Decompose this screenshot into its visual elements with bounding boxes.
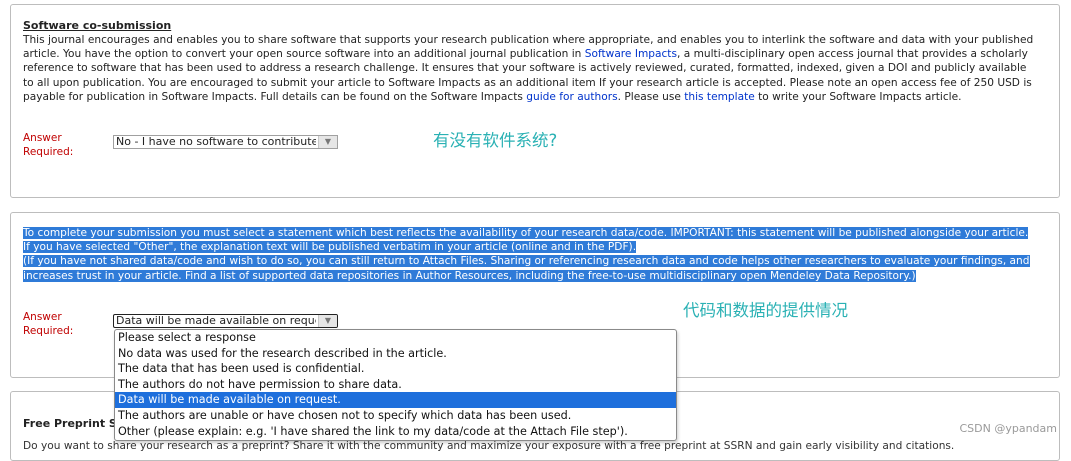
dropdown-option[interactable]: Other (please explain: e.g. 'I have shar… xyxy=(115,424,676,440)
chevron-down-icon[interactable]: ▼ xyxy=(318,136,337,148)
chevron-down-icon[interactable]: ▼ xyxy=(318,315,337,327)
answer-label-line2: Required: xyxy=(23,324,74,337)
instruction-line: (If you have not shared data/code and wi… xyxy=(23,254,1061,268)
answer-label-line1: Answer xyxy=(23,311,62,323)
answer-required-label: Answer Required: xyxy=(23,132,73,159)
link-software-impacts[interactable]: Software Impacts xyxy=(585,48,677,60)
instruction-line: increases trust in your article. Find a … xyxy=(23,269,1061,283)
software-cosubmission-description: This journal encourages and enables you … xyxy=(23,34,1034,103)
answer-label-line2: Required: xyxy=(23,145,74,158)
software-select-value: No - I have no software to contribute xyxy=(116,136,316,148)
data-statement-instructions: To complete your submission you must sel… xyxy=(23,226,1061,283)
software-annotation: 有没有软件系统? xyxy=(433,131,558,150)
software-answer-select[interactable]: No - I have no software to contribute ▼ xyxy=(113,135,338,149)
dropdown-option[interactable]: The authors are unable or have chosen no… xyxy=(115,408,676,424)
selected-text: If you have selected "Other", the explan… xyxy=(23,241,637,254)
data-select-value: Data will be made available on request. xyxy=(116,315,316,327)
answer-label-line1: Answer xyxy=(23,132,62,144)
dropdown-option[interactable]: The authors do not have permission to sh… xyxy=(115,377,676,393)
data-statement-options-list[interactable]: Please select a response No data was used… xyxy=(114,329,677,441)
selected-text: (If you have not shared data/code and wi… xyxy=(23,255,1030,268)
data-annotation: 代码和数据的提供情况 xyxy=(683,301,848,320)
link-guide-for-authors[interactable]: guide for authors xyxy=(526,91,617,103)
free-preprint-text: Do you want to share your research as a … xyxy=(23,440,955,452)
instruction-line: If you have selected "Other", the explan… xyxy=(23,240,1061,254)
selected-text: increases trust in your article. Find a … xyxy=(23,269,916,282)
watermark: CSDN @ypandam xyxy=(959,422,1057,435)
software-cosubmission-panel: Software co-submission This journal enco… xyxy=(10,4,1060,198)
link-this-template[interactable]: this template xyxy=(684,91,755,103)
software-cosubmission-title: Software co-submission xyxy=(23,19,172,32)
dropdown-option[interactable]: Please select a response xyxy=(115,330,676,346)
dropdown-option[interactable]: No data was used for the research descri… xyxy=(115,346,676,362)
dropdown-option[interactable]: The data that has been used is confident… xyxy=(115,361,676,377)
selected-text: To complete your submission you must sel… xyxy=(23,227,1029,239)
dropdown-option[interactable]: Data will be made available on request. xyxy=(115,392,676,408)
answer-required-label: Answer Required: xyxy=(23,311,73,338)
data-statement-select[interactable]: Data will be made available on request. … xyxy=(113,314,338,328)
free-preprint-title: Free Preprint S xyxy=(23,417,117,430)
instruction-line: To complete your submission you must sel… xyxy=(23,226,1061,240)
